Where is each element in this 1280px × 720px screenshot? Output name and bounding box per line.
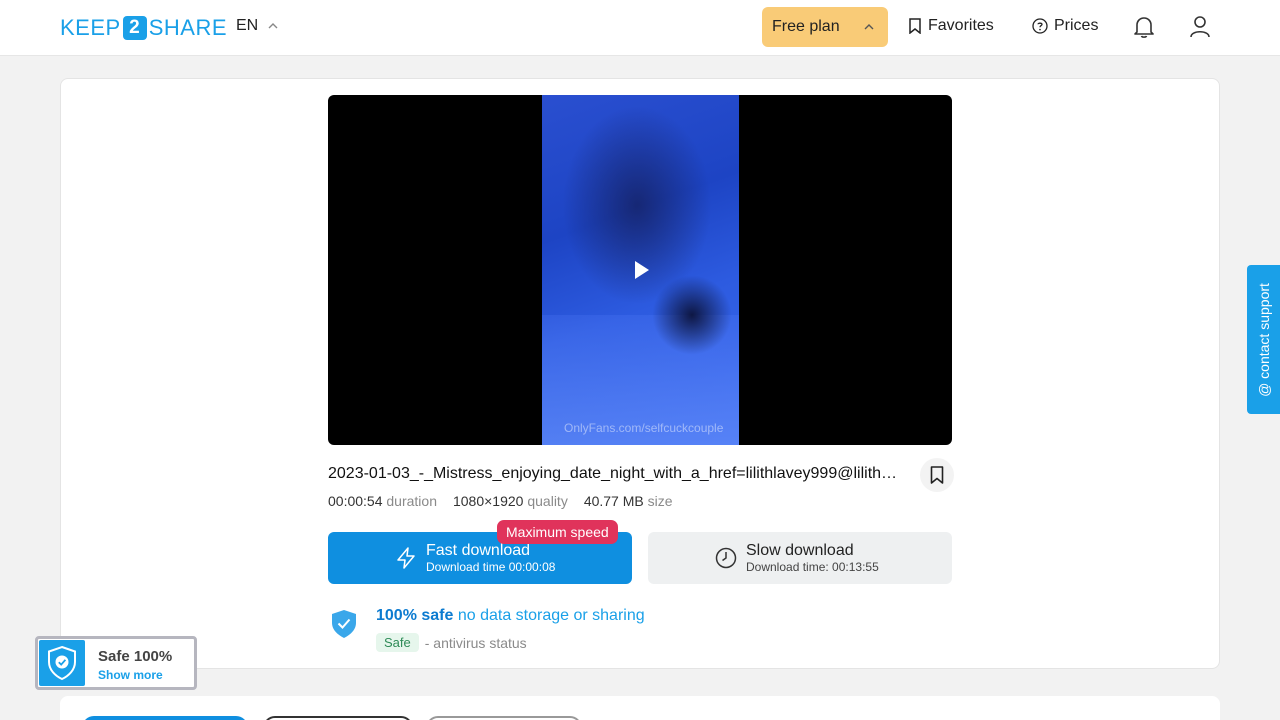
language-selector[interactable]: EN	[236, 17, 278, 35]
contact-support-tab[interactable]: @ contact support	[1247, 265, 1280, 414]
user-icon[interactable]	[1189, 15, 1211, 39]
free-plan-button[interactable]: Free plan	[762, 7, 888, 47]
play-icon[interactable]	[634, 260, 650, 280]
safety-strong: 100% safe	[376, 607, 454, 624]
help-circle-icon	[1032, 18, 1048, 34]
keep2share-logo[interactable]: KEEP 2 SHARE	[60, 15, 227, 41]
antivirus-status-text: - antivirus status	[424, 634, 527, 651]
max-speed-badge: Maximum speed	[497, 520, 618, 544]
logo-text-keep: KEEP	[60, 15, 121, 40]
lightning-icon	[397, 547, 415, 569]
file-meta: 00:00:54 duration 1080×1920 quality 40.7…	[328, 493, 673, 509]
shield-check-icon	[39, 640, 85, 686]
chevron-up-icon	[268, 23, 278, 29]
prices-link[interactable]: Prices	[1032, 17, 1098, 35]
video-watermark: OnlyFans.com/selfcuckcouple	[564, 421, 724, 435]
slow-download-button[interactable]: Slow download Download time: 00:13:55	[648, 532, 952, 584]
favorites-label: Favorites	[928, 17, 994, 34]
language-label: EN	[236, 17, 259, 34]
safety-text: 100% safe no data storage or sharing	[376, 607, 645, 625]
safe-widget-title: Safe 100%	[98, 648, 173, 665]
bookmark-icon	[909, 18, 921, 34]
show-more-link[interactable]: Show more	[98, 668, 163, 682]
details-tab-3[interactable]	[426, 716, 582, 720]
slow-download-time: Download time: 00:13:55	[746, 560, 879, 574]
clock-icon	[715, 547, 737, 569]
meta-size: 40.77 MB size	[583, 493, 673, 509]
chevron-up-icon	[864, 24, 874, 30]
details-tab-2[interactable]	[263, 716, 413, 720]
contact-support-label: @ contact support	[1255, 282, 1272, 397]
bookmark-button[interactable]	[920, 458, 954, 492]
video-player[interactable]: OnlyFans.com/selfcuckcouple	[328, 95, 952, 445]
fast-download-label: Fast download	[426, 542, 531, 559]
safety-rest: no data storage or sharing	[457, 607, 645, 624]
logo-text-share: SHARE	[148, 15, 227, 40]
shield-check-icon	[332, 610, 356, 638]
slow-download-label: Slow download	[746, 542, 854, 559]
meta-duration: 00:00:54 duration	[328, 493, 437, 509]
favorites-link[interactable]: Favorites	[908, 17, 994, 35]
meta-quality: 1080×1920 quality	[452, 493, 568, 509]
top-header: KEEP 2 SHARE EN Free plan Favorites Pric…	[0, 0, 1280, 56]
prices-label: Prices	[1054, 17, 1099, 34]
file-name: 2023-01-03_-_Mistress_enjoying_date_nigh…	[328, 465, 898, 482]
safe-badge: Safe	[376, 633, 419, 652]
details-tab-1[interactable]	[82, 716, 248, 720]
safe-widget[interactable]: Safe 100% Show more	[35, 636, 197, 690]
bookmark-icon	[930, 466, 944, 484]
antivirus-status: Safe - antivirus status	[376, 633, 527, 652]
bell-icon[interactable]	[1133, 15, 1155, 39]
logo-text-2: 2	[122, 16, 147, 40]
fast-download-time: Download time 00:00:08	[426, 560, 556, 574]
free-plan-label: Free plan	[772, 18, 840, 35]
